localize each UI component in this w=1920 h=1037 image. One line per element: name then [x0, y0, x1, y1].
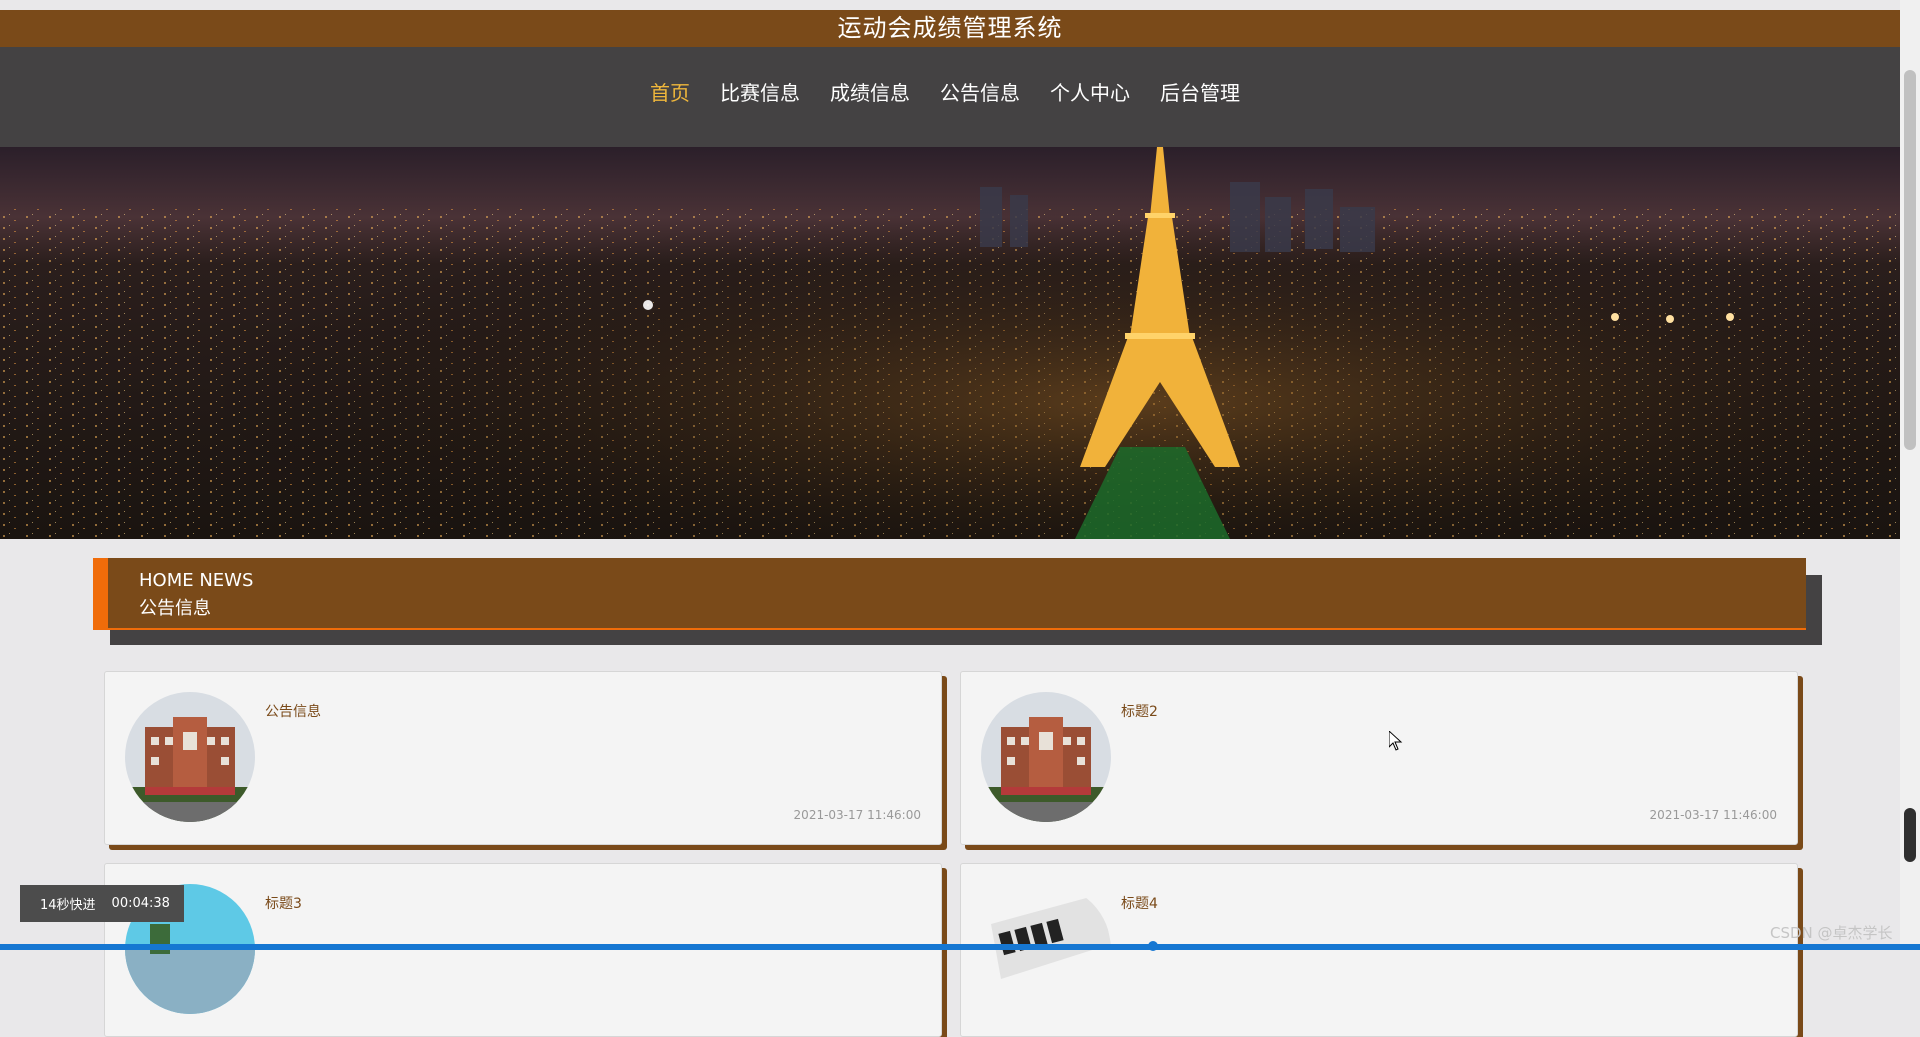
news-title[interactable]: 标题4	[1121, 893, 1158, 913]
news-title[interactable]: 公告信息	[265, 701, 321, 721]
nav-item-matches[interactable]: 比赛信息	[705, 83, 815, 103]
news-card[interactable]: 公告信息 2021-03-17 11:46:00	[104, 671, 942, 845]
video-overlay: 14秒快进 00:04:38	[20, 885, 184, 922]
news-thumbnail	[125, 692, 255, 822]
page-scrollbar[interactable]	[1900, 0, 1920, 950]
nav-item-personal-center[interactable]: 个人中心	[1035, 83, 1145, 103]
video-timestamp: 00:04:38	[111, 896, 170, 911]
site-header: 运动会成绩管理系统	[0, 10, 1900, 47]
news-title[interactable]: 标题3	[265, 893, 302, 913]
news-title[interactable]: 标题2	[1121, 701, 1158, 721]
news-card[interactable]: 标题4	[960, 863, 1798, 1037]
banner-image	[0, 147, 1900, 539]
news-thumbnail	[981, 692, 1111, 822]
mouse-cursor-icon	[1388, 729, 1403, 755]
news-card[interactable]: 标题2 2021-03-17 11:46:00	[960, 671, 1798, 845]
section-title-cn: 公告信息	[139, 598, 211, 619]
news-card[interactable]: 标题3	[104, 863, 942, 1037]
site-title: 运动会成绩管理系统	[837, 14, 1063, 42]
section-title-en: HOME NEWS	[139, 570, 254, 591]
banner-carousel[interactable]	[0, 147, 1900, 539]
video-progress-bar[interactable]	[0, 941, 1920, 951]
nav-item-announcements[interactable]: 公告信息	[925, 83, 1035, 103]
news-time: 2021-03-17 11:46:00	[1649, 808, 1777, 822]
main-nav: 首页 比赛信息 成绩信息 公告信息 个人中心 后台管理	[0, 47, 1900, 147]
scroll-position-indicator	[1904, 808, 1916, 862]
nav-item-scores[interactable]: 成绩信息	[815, 83, 925, 103]
nav-item-home[interactable]: 首页	[635, 83, 705, 103]
fast-forward-label: 14秒快进	[40, 898, 96, 913]
nav-item-admin[interactable]: 后台管理	[1145, 83, 1255, 103]
news-time: 2021-03-17 11:46:00	[793, 808, 921, 822]
news-section-header: HOME NEWS 公告信息	[93, 558, 1806, 630]
scrollbar-thumb[interactable]	[1904, 70, 1916, 450]
watermark: CSDN @卓杰学长	[1770, 924, 1893, 942]
